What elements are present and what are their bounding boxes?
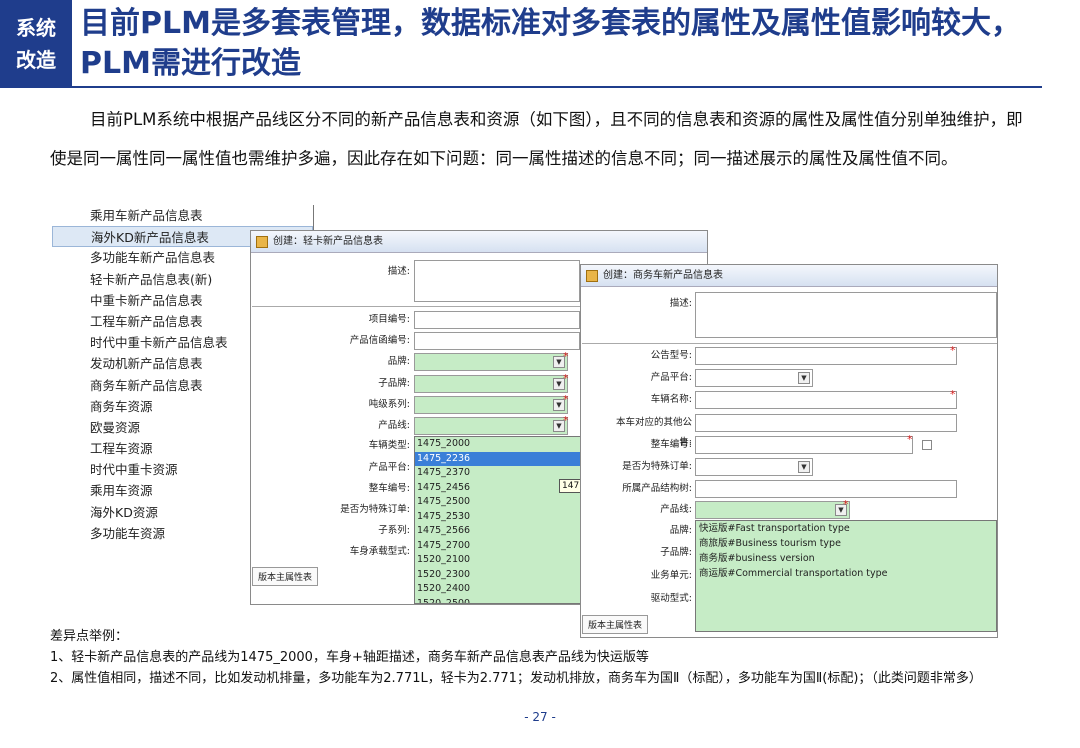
divider (582, 343, 997, 344)
field-label: 项目编号: (368, 314, 410, 325)
section-badge: 系统 改造 (0, 0, 72, 88)
field-label: 车辆名称: (650, 394, 692, 405)
notes-item: 1、轻卡新产品信息表的产品线为1475_2000，车身+轴距描述，商务车新产品信… (50, 650, 649, 665)
other-announcement-input[interactable] (695, 414, 957, 432)
product-line-dropdown-list[interactable]: 1475_2000 1475_2236 1475_2370 1475_2456 … (414, 436, 582, 604)
badge-line-1: 系统 (16, 16, 56, 40)
field-label: 车辆类型: (368, 440, 410, 451)
field-label: 子系列: (378, 525, 410, 536)
field-label: 子品牌: (378, 378, 410, 389)
dropdown-option[interactable]: 1520_2500 (415, 597, 581, 604)
field-label: 驱动型式: (650, 593, 692, 604)
required-star-icon: * (563, 414, 569, 427)
dropdown-option[interactable]: 1520_2300 (415, 568, 581, 583)
product-line-select[interactable]: ▼ (695, 501, 850, 519)
description-textarea[interactable] (414, 260, 580, 302)
app-icon (256, 236, 268, 248)
field-label: 品牌: (387, 356, 410, 367)
title-divider (72, 86, 1042, 88)
field-label: 产品线: (660, 504, 692, 515)
app-icon (586, 270, 598, 282)
field-label: 是否为特殊订单: (622, 461, 692, 472)
dropdown-option[interactable]: 商旅版#Business tourism type (696, 536, 996, 551)
letter-number-input[interactable] (414, 332, 580, 350)
required-star-icon: * (563, 372, 569, 385)
field-label: 产品平台: (650, 372, 692, 383)
product-tree-input[interactable] (695, 480, 957, 498)
dropdown-option[interactable]: 1475_2456 (415, 481, 581, 496)
tonnage-series-select[interactable]: ▼ (414, 396, 568, 414)
dialog-title-bar: 创建：轻卡新产品信息表 (251, 231, 707, 253)
required-star-icon: * (563, 350, 569, 363)
tab-version-attributes[interactable]: 版本主属性表 (252, 567, 319, 586)
field-label: 品牌: (669, 525, 692, 536)
field-label: 产品信函编号: (349, 335, 410, 346)
field-label: 整车编号: (650, 439, 692, 450)
field-label: 公告型号: (650, 350, 692, 361)
sub-brand-select[interactable]: ▼ (414, 375, 568, 393)
field-label: 车身承载型式: (349, 546, 410, 557)
dropdown-option[interactable]: 1520_2100 (415, 553, 581, 568)
dropdown-option[interactable]: 1475_2370 (415, 466, 581, 481)
field-label: 子品牌: (660, 547, 692, 558)
dialog-title: 创建：商务车新产品信息表 (603, 270, 723, 281)
dropdown-option[interactable]: 1475_2530 (415, 510, 581, 525)
field-label: 描述: (387, 266, 410, 277)
notes-item: 2、属性值相同，描述不同，比如发动机排量，多功能车为2.771L，轻卡为2.77… (50, 671, 982, 686)
dropdown-option[interactable]: 商务版#business version (696, 551, 996, 566)
field-label: 描述: (669, 298, 692, 309)
dropdown-option[interactable]: 1475_2236 (415, 451, 581, 466)
page-number: - 27 - (524, 710, 556, 724)
required-star-icon: * (907, 433, 913, 446)
chevron-down-icon[interactable]: ▼ (798, 461, 810, 473)
field-label: 产品线: (378, 420, 410, 431)
slide-title: 目前PLM是多套表管理，数据标准对多套表的属性及属性值影响较大，PLM需进行改造 (80, 6, 1021, 81)
special-order-select[interactable]: ▼ (695, 458, 813, 476)
dropdown-option[interactable]: 1520_2400 (415, 582, 581, 597)
checkbox[interactable] (922, 440, 932, 450)
brand-select[interactable]: ▼ (414, 353, 568, 371)
chevron-down-icon[interactable]: ▼ (798, 372, 810, 384)
field-label: 整车编号: (368, 483, 410, 494)
dropdown-option[interactable]: 1475_2000 (415, 437, 581, 452)
product-platform-select[interactable]: ▼ (695, 369, 813, 387)
vehicle-number-input[interactable] (695, 436, 913, 454)
divider (252, 306, 582, 307)
project-number-input[interactable] (414, 311, 580, 329)
dropdown-option[interactable]: 快运版#Fast transportation type (696, 521, 996, 536)
product-line-select[interactable]: ▼ (414, 417, 568, 435)
field-label: 业务单元: (650, 570, 692, 581)
list-item[interactable]: 乘用车新产品信息表 (52, 205, 313, 226)
intro-paragraph: 目前PLM系统中根据产品线区分不同的新产品信息表和资源（如下图），且不同的信息表… (50, 110, 1023, 168)
tooltip: 147 (559, 479, 581, 493)
badge-line-2: 改造 (16, 48, 56, 72)
field-label: 产品平台: (368, 462, 410, 473)
dropdown-option[interactable]: 商运版#Commercial transportation type (696, 566, 996, 581)
product-line-dropdown-list[interactable]: 快运版#Fast transportation type 商旅版#Busines… (695, 520, 997, 632)
dropdown-option[interactable]: 1475_2700 (415, 539, 581, 554)
notes-heading: 差异点举例： (50, 629, 129, 644)
field-label: 吨级系列: (368, 399, 410, 410)
dropdown-option[interactable]: 1475_2566 (415, 524, 581, 539)
description-textarea[interactable] (695, 292, 997, 338)
field-label: 所属产品结构树: (622, 483, 692, 494)
difference-notes: 差异点举例： 1、轻卡新产品信息表的产品线为1475_2000，车身+轴距描述，… (50, 626, 1035, 689)
field-label: 是否为特殊订单: (340, 504, 410, 515)
required-star-icon: * (950, 388, 956, 401)
announcement-model-input[interactable] (695, 347, 957, 365)
dialog-title: 创建：轻卡新产品信息表 (273, 236, 383, 247)
required-star-icon: * (563, 393, 569, 406)
dialog-title-bar: 创建：商务车新产品信息表 (581, 265, 997, 287)
required-star-icon: * (843, 498, 849, 511)
dropdown-option[interactable]: 1475_2500 (415, 495, 581, 510)
vehicle-name-input[interactable] (695, 391, 957, 409)
required-star-icon: * (950, 344, 956, 357)
